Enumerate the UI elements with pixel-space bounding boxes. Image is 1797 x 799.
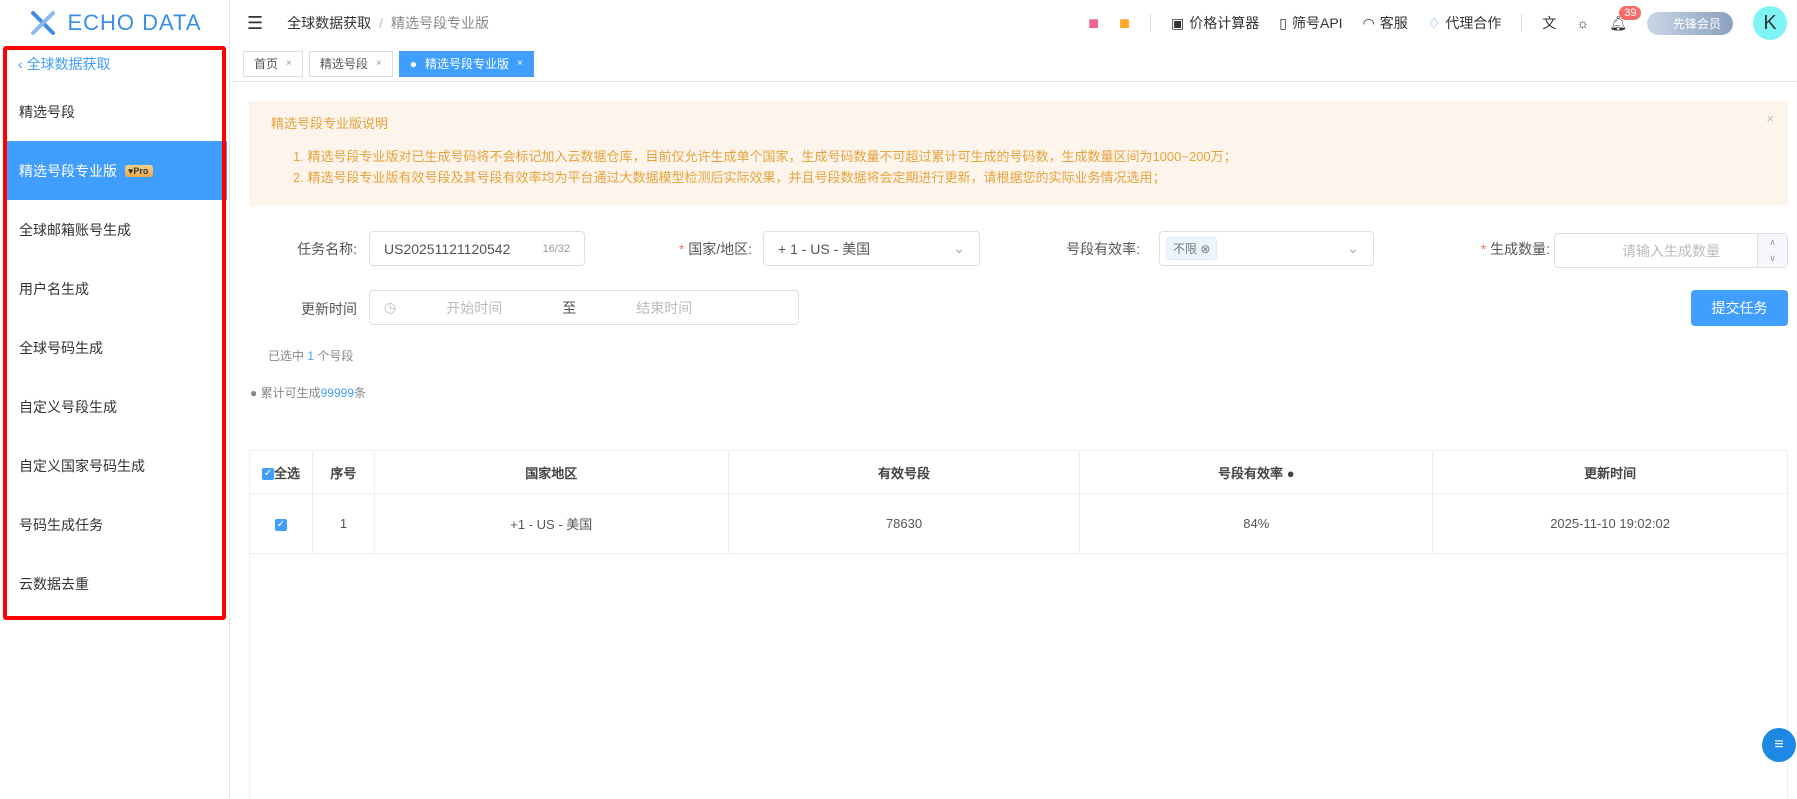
close-icon[interactable]: ×: [1766, 111, 1774, 126]
col-country: 国家地区: [373, 450, 729, 494]
sidebar-item-username-generate[interactable]: 用户名生成: [7, 259, 227, 318]
close-icon[interactable]: ×: [517, 58, 523, 69]
col-segments: 有效号段: [727, 450, 1081, 494]
pro-badge: ♥ Pro: [125, 164, 154, 177]
country-select[interactable]: + 1 - US - 美国 ⌄: [763, 231, 980, 266]
sidebar-item-custom-country[interactable]: 自定义国家号码生成: [7, 436, 227, 495]
close-icon[interactable]: ×: [376, 58, 382, 69]
sidebar-item-email-generate[interactable]: 全球邮箱账号生成: [7, 200, 227, 259]
total-available: ● 累计可生成99999条: [250, 386, 366, 400]
notice-line: 2. 精选号段专业版有效号段及其号段有效率均为平台通过大数据模型检测后实际效果，…: [293, 170, 1166, 185]
task-name-label: 任务名称:: [297, 241, 357, 257]
divider: [1521, 14, 1523, 32]
sidebar-item-global-number[interactable]: 全球号码生成: [7, 318, 227, 377]
date-range-picker[interactable]: ◷ 开始时间至结束时间: [369, 290, 799, 325]
selected-count: 已选中 1 个号段: [268, 349, 354, 363]
quantity-label: 生成数量:: [1490, 241, 1550, 257]
breadcrumb-current: 精选号段专业版: [391, 15, 490, 31]
headset-icon: ◠: [1362, 14, 1375, 31]
sidebar-nav: 精选号段 精选号段专业版 ♥ Pro 全球邮箱账号生成 用户名生成 全球号码生成 …: [7, 82, 227, 613]
sidebar-item-selected-segments-pro[interactable]: 精选号段专业版 ♥ Pro: [7, 141, 227, 200]
tag-close-icon[interactable]: ⊗: [1200, 242, 1210, 256]
calculator-icon: ▣: [1171, 14, 1185, 31]
back-link[interactable]: ‹ 全球数据获取: [18, 54, 111, 74]
logo: ECHO DATA: [0, 0, 229, 46]
col-rate: 号段有效率 ●: [1079, 450, 1434, 494]
rate-select[interactable]: 不限 ⊗ ⌄: [1159, 231, 1374, 266]
sidebar-item-custom-segment[interactable]: 自定义号段生成: [7, 377, 227, 436]
vip-badge[interactable]: 先锋会员: [1646, 11, 1733, 35]
service-link[interactable]: ◠ 客服: [1363, 13, 1408, 33]
stepper-icon[interactable]: ∧ ∨: [1757, 234, 1787, 267]
translate-icon[interactable]: 文: [1542, 13, 1556, 33]
sidebar-item-selected-segments[interactable]: 精选号段: [7, 82, 227, 141]
col-index: 序号: [311, 450, 375, 494]
sidebar: ECHO DATA ‹ 全球数据获取 精选号段 精选号段专业版 ♥ Pro 全球邮…: [0, 0, 230, 799]
logo-icon: [31, 11, 56, 35]
clock-icon: ◷: [384, 299, 397, 315]
notice-box: 精选号段专业版说明 1. 精选号段专业版对已生成号码将不会标记加入云数据仓库，目…: [249, 101, 1788, 206]
info-icon: ●: [250, 386, 258, 400]
avatar[interactable]: K: [1753, 6, 1787, 40]
close-icon[interactable]: ×: [286, 58, 292, 69]
menu-icon: ≡: [1774, 736, 1784, 753]
rate-label: 号段有效率:: [1066, 241, 1140, 257]
country-label: 国家/地区:: [688, 241, 752, 257]
tab-selected-segments[interactable]: 精选号段 ×: [308, 50, 393, 77]
char-count: 16/32: [542, 242, 570, 255]
rate-tag: 不限 ⊗: [1166, 237, 1218, 260]
update-time-label: 更新时间: [301, 301, 357, 317]
header: ☰ 全球数据获取 / 精选号段专业版 ■ ■ ▣ 价格计算器 ▯ 筛号API ◠ 客服 ♢…: [231, 0, 1797, 46]
tab-home[interactable]: 首页 ×: [243, 50, 303, 77]
api-link[interactable]: ▯ 筛号API: [1279, 13, 1342, 33]
submit-task-button[interactable]: 提交任务: [1691, 290, 1788, 326]
theme-sun-icon[interactable]: ☼: [1576, 15, 1589, 31]
table-header: ✓ 全选 序号 国家地区 有效号段 号段有效率 ● 更新时间: [249, 450, 1788, 494]
bell-icon[interactable]: 🔔︎ 39: [1609, 5, 1642, 32]
tabs-bar: 首页 × 精选号段 × ● 精选号段专业版 ×: [231, 46, 1797, 82]
notification-badge: 39: [1619, 5, 1642, 20]
task-name-input[interactable]: US20251121120542 16/32: [369, 231, 585, 266]
quantity-input[interactable]: 请输入生成数量 ∧ ∨: [1554, 233, 1788, 268]
coupon-icon[interactable]: ■: [1119, 13, 1130, 34]
floating-menu-button[interactable]: ≡: [1762, 728, 1796, 762]
chevron-down-icon: ⌄: [1347, 240, 1359, 256]
chevron-down-icon: ⌄: [953, 240, 965, 256]
notice-title: 精选号段专业版说明: [271, 116, 389, 131]
table-row: ✓ 1 +1 - US - 美国 78630 84% 2025-11-10 19…: [249, 493, 1788, 554]
sidebar-item-tasks[interactable]: 号码生成任务: [7, 495, 227, 554]
sidebar-item-dedupe[interactable]: 云数据去重: [7, 554, 227, 613]
col-updated: 更新时间: [1432, 450, 1788, 494]
menu-toggle-icon[interactable]: ☰: [247, 13, 263, 34]
tab-selected-segments-pro[interactable]: ● 精选号段专业版 ×: [398, 50, 534, 77]
header-actions: ■ ■ ▣ 价格计算器 ▯ 筛号API ◠ 客服 ♢ 代理合作 文 ☼ 🔔︎ 39 先锋会…: [1088, 0, 1787, 46]
dot-icon: ●: [409, 56, 417, 71]
info-icon[interactable]: ●: [1287, 466, 1295, 481]
breadcrumb: 全球数据获取 / 精选号段专业版: [287, 15, 490, 31]
row-checkbox[interactable]: ✓: [249, 493, 313, 554]
segments-table: ✓ 全选 序号 国家地区 有效号段 号段有效率 ● 更新时间 ✓ 1 +1 - U…: [249, 450, 1788, 554]
diamond-icon: ♢: [1427, 14, 1441, 31]
agent-link[interactable]: ♢ 代理合作: [1428, 13, 1502, 33]
divider: [1150, 14, 1152, 32]
select-all-checkbox[interactable]: ✓ 全选: [249, 450, 313, 494]
gift-icon[interactable]: ■: [1088, 13, 1099, 34]
price-calculator-link[interactable]: ▣ 价格计算器: [1171, 13, 1259, 33]
notice-line: 1. 精选号段专业版对已生成号码将不会标记加入云数据仓库，目前仅允许生成单个国家…: [293, 149, 1237, 164]
api-icon: ▯: [1279, 14, 1287, 31]
breadcrumb-parent[interactable]: 全球数据获取: [287, 15, 371, 31]
